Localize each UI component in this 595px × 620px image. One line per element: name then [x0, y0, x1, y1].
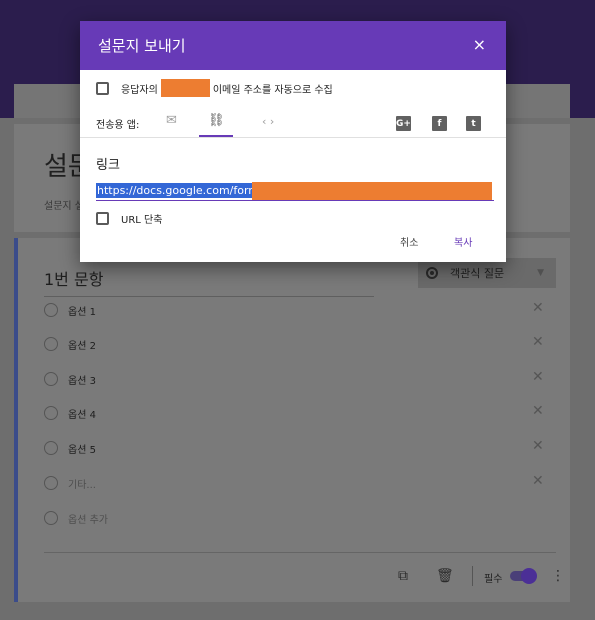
copy-button[interactable]: 복사 — [454, 234, 472, 249]
shorten-url-label: URL 단축 — [121, 215, 163, 226]
radio-circle-icon — [44, 441, 58, 455]
radio-circle-icon — [44, 476, 58, 490]
embed-code-icon[interactable]: ‹ › — [262, 115, 274, 128]
add-option[interactable]: 옵션 추가 — [44, 508, 108, 528]
option-label[interactable]: 옵션 1 — [68, 303, 96, 318]
remove-option-icon[interactable]: ✕ — [532, 473, 544, 489]
option-other-label[interactable]: 기타... — [68, 476, 96, 491]
option-item[interactable]: 옵션 1 — [44, 300, 96, 320]
send-via-label: 전송용 앱: — [96, 120, 140, 131]
link-url-field[interactable]: https://docs.google.com/form — [96, 181, 494, 201]
option-label[interactable]: 옵션 4 — [68, 406, 96, 421]
more-vert-icon[interactable]: ⋮ — [551, 568, 565, 584]
option-other[interactable]: 기타... — [44, 473, 96, 493]
cancel-button[interactable]: 취소 — [400, 234, 418, 249]
add-option-label[interactable]: 옵션 추가 — [68, 511, 108, 526]
radio-circle-icon — [44, 406, 58, 420]
option-item[interactable]: 옵션 4 — [44, 403, 96, 423]
link-url-text[interactable]: https://docs.google.com/form — [96, 183, 261, 198]
link-icon[interactable]: ⛓ — [208, 113, 225, 128]
collect-email-option[interactable]: 응답자의 이메일 주소를 자동으로 수집 — [96, 79, 333, 97]
link-panel: 링크 https://docs.google.com/form URL 단축 취… — [80, 137, 506, 262]
footer-separator — [472, 566, 473, 586]
remove-option-icon[interactable]: ✕ — [532, 369, 544, 385]
toggle-knob — [521, 568, 537, 584]
remove-option-icon[interactable]: ✕ — [532, 438, 544, 454]
remove-option-icon[interactable]: ✕ — [532, 334, 544, 350]
form-description[interactable]: 설문지 설 — [44, 197, 84, 212]
question-type-label: 객관식 질문 — [450, 267, 505, 280]
email-icon[interactable]: ✉ — [166, 113, 177, 128]
dialog-header: 설문지 보내기 × — [80, 21, 506, 70]
google-plus-icon[interactable]: G+ — [396, 116, 411, 131]
option-item[interactable]: 옵션 3 — [44, 369, 96, 389]
dropdown-arrow-icon: ▼ — [537, 268, 544, 278]
option-label[interactable]: 옵션 5 — [68, 441, 96, 456]
collect-email-prefix: 응답자의 — [121, 84, 158, 96]
send-via-row: 전송용 앱: ✉ ⛓ ‹ › G+ f t — [96, 111, 496, 137]
radio-circle-icon — [44, 303, 58, 317]
redaction-box — [252, 182, 492, 200]
radio-circle-icon — [44, 511, 58, 525]
radio-circle-icon — [44, 372, 58, 386]
radio-circle-icon — [44, 337, 58, 351]
facebook-icon[interactable]: f — [432, 116, 447, 131]
question-type-select[interactable]: 객관식 질문 ▼ — [418, 258, 556, 288]
question-card[interactable]: 1번 문항 객관식 질문 ▼ 옵션 1 ✕ 옵션 2 ✕ 옵션 3 ✕ 옵션 4… — [14, 238, 570, 602]
shorten-url-option[interactable]: URL 단축 — [96, 211, 162, 226]
remove-option-icon[interactable]: ✕ — [532, 403, 544, 419]
collect-email-checkbox[interactable] — [96, 81, 109, 95]
send-form-dialog: 설문지 보내기 × 응답자의 이메일 주소를 자동으로 수집 전송용 앱: ✉ … — [80, 21, 506, 262]
twitter-icon[interactable]: t — [466, 116, 481, 131]
option-item[interactable]: 옵션 5 — [44, 438, 96, 458]
footer-divider — [44, 552, 556, 553]
dialog-title: 설문지 보내기 — [98, 37, 186, 55]
option-label[interactable]: 옵션 3 — [68, 372, 96, 387]
shorten-url-checkbox[interactable] — [96, 212, 109, 225]
option-item[interactable]: 옵션 2 — [44, 334, 96, 354]
required-label: 필수 — [484, 574, 503, 585]
collect-email-suffix: 이메일 주소를 자동으로 수집 — [212, 84, 333, 96]
duplicate-icon[interactable]: ⧉ — [398, 568, 408, 584]
radio-button-icon — [426, 267, 438, 279]
required-toggle[interactable] — [510, 568, 537, 584]
remove-option-icon[interactable]: ✕ — [532, 300, 544, 316]
redaction-box — [160, 79, 210, 97]
option-label[interactable]: 옵션 2 — [68, 337, 96, 352]
question-title[interactable]: 1번 문항 — [44, 266, 374, 297]
close-icon[interactable]: × — [473, 35, 486, 54]
trash-icon[interactable]: 🗑 — [436, 568, 454, 584]
link-heading: 링크 — [96, 158, 120, 173]
